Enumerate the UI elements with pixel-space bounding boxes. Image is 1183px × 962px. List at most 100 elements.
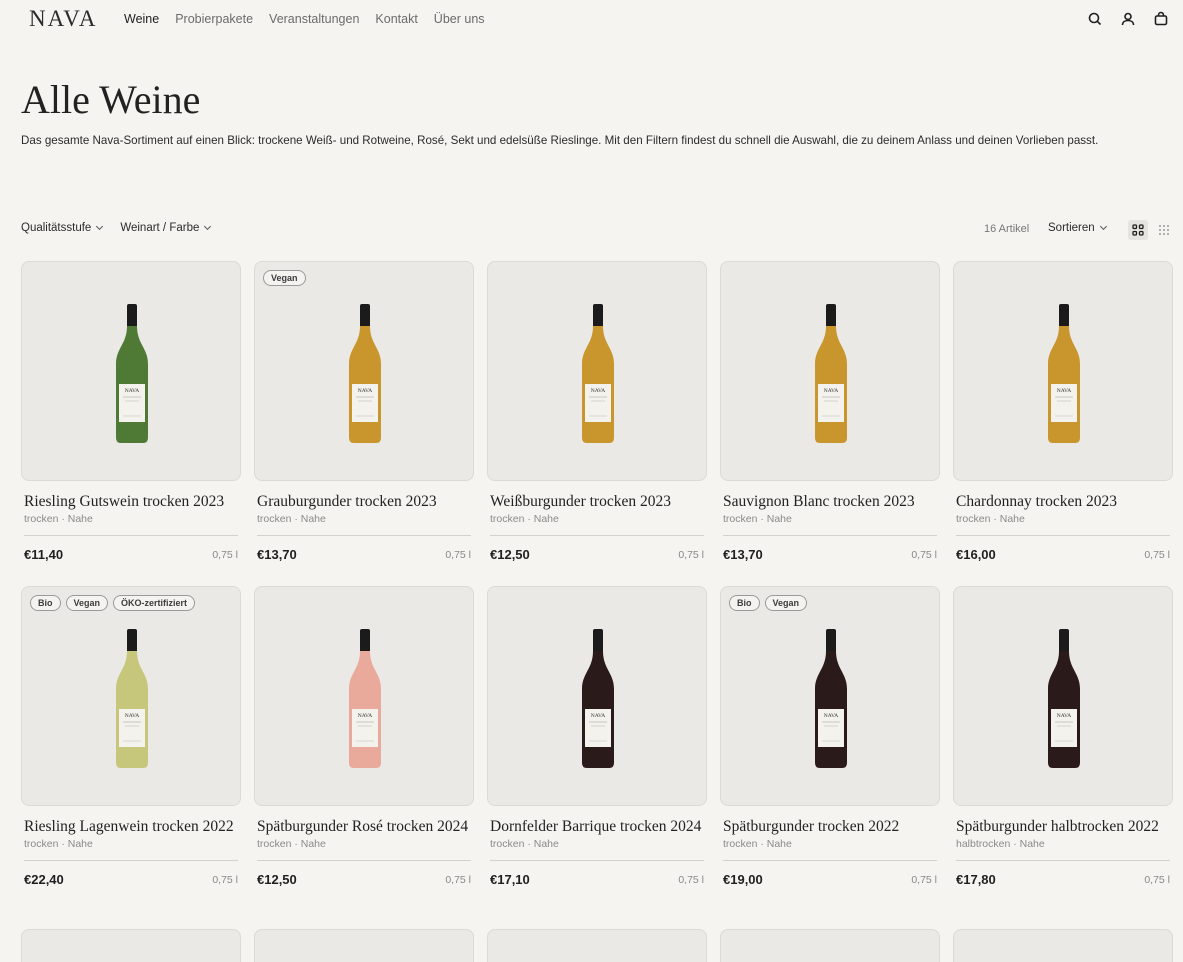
product-image[interactable]: Bio Vegan NAVA — [720, 586, 940, 806]
product-image[interactable]: NAVA — [720, 261, 940, 481]
product-price: €11,40 — [24, 547, 64, 562]
product-badge: Bio — [30, 595, 61, 611]
product-name[interactable]: Spätburgunder trocken 2022 — [720, 818, 940, 836]
cart-icon[interactable] — [1153, 11, 1169, 27]
page-title: Alle Weine — [21, 77, 201, 122]
nav-item-probierpakete[interactable]: Probierpakete — [175, 12, 253, 26]
divider — [490, 535, 704, 536]
header-actions — [1087, 11, 1169, 27]
product-image[interactable]: NAVA — [953, 586, 1173, 806]
filter-weinart[interactable]: Weinart / Farbe — [120, 222, 212, 234]
chevron-down-icon — [204, 222, 212, 231]
product-image[interactable]: NAVA — [487, 586, 707, 806]
nav-item-ueber-uns[interactable]: Über uns — [434, 12, 485, 26]
divider — [723, 535, 937, 536]
product-card[interactable]: NAVA Dornfelder Barrique trocken 2024 tr… — [487, 586, 707, 895]
product-name[interactable]: Riesling Gutswein trocken 2023 — [21, 493, 241, 511]
product-card-partial[interactable] — [21, 929, 241, 962]
filter-bar: Qualitätsstufe Weinart / Farbe — [21, 222, 212, 234]
wine-bottle-image: NAVA — [1048, 629, 1080, 768]
product-card[interactable]: Vegan NAVA Grauburgunder trocken 2023 tr… — [254, 261, 474, 570]
wine-bottle-image: NAVA — [116, 304, 148, 443]
product-name[interactable]: Dornfelder Barrique trocken 2024 — [487, 818, 707, 836]
wine-bottle-image: NAVA — [582, 629, 614, 768]
product-price: €12,50 — [490, 547, 530, 562]
nav-item-weine[interactable]: Weine — [124, 12, 159, 26]
product-volume: 0,75 l — [911, 549, 937, 561]
page-description: Das gesamte Nava-Sortiment auf einen Bli… — [21, 134, 1099, 147]
product-image[interactable]: NAVA — [254, 586, 474, 806]
divider — [956, 860, 1170, 861]
product-subtitle: trocken · Nahe — [490, 513, 559, 525]
sort-label: Sortieren — [1048, 222, 1095, 234]
product-card[interactable]: NAVA Weißburgunder trocken 2023 trocken … — [487, 261, 707, 570]
product-volume: 0,75 l — [445, 549, 471, 561]
product-image[interactable]: Bio Vegan ÖKO-zertifiziert NAVA — [21, 586, 241, 806]
product-price: €17,80 — [956, 872, 996, 887]
wine-bottle-image: NAVA — [815, 629, 847, 768]
price-row: €17,80 0,75 l — [953, 869, 1173, 895]
nav-item-kontakt[interactable]: Kontakt — [375, 12, 417, 26]
product-card[interactable]: NAVA Chardonnay trocken 2023 trocken · N… — [953, 261, 1173, 570]
product-volume: 0,75 l — [1144, 874, 1170, 886]
price-row: €19,00 0,75 l — [720, 869, 940, 895]
product-name[interactable]: Spätburgunder halbtrocken 2022 — [953, 818, 1173, 836]
item-count: 16 Artikel — [984, 223, 1030, 235]
badge-group: Bio Vegan — [729, 595, 808, 611]
product-subtitle: trocken · Nahe — [956, 513, 1025, 525]
divider — [956, 535, 1170, 536]
product-subtitle: trocken · Nahe — [723, 838, 792, 850]
divider — [490, 860, 704, 861]
product-name[interactable]: Weißburgunder trocken 2023 — [487, 493, 707, 511]
account-icon[interactable] — [1120, 11, 1136, 27]
product-price: €12,50 — [257, 872, 297, 887]
compact-view-toggle[interactable] — [1154, 220, 1174, 240]
product-price: €22,40 — [24, 872, 64, 887]
product-subtitle: halbtrocken · Nahe — [956, 838, 1045, 850]
product-name[interactable]: Grauburgunder trocken 2023 — [254, 493, 474, 511]
product-volume: 0,75 l — [678, 874, 704, 886]
product-image[interactable]: Vegan NAVA — [254, 261, 474, 481]
grid-view-toggle[interactable] — [1128, 220, 1148, 240]
product-card-partial[interactable] — [487, 929, 707, 962]
price-row: €17,10 0,75 l — [487, 869, 707, 895]
product-name[interactable]: Chardonnay trocken 2023 — [953, 493, 1173, 511]
product-subtitle: trocken · Nahe — [257, 838, 326, 850]
bottle-label-text: NAVA — [1057, 388, 1071, 394]
bottle-label-text: NAVA — [358, 388, 372, 394]
grid-small-icon — [1159, 225, 1169, 235]
product-price: €13,70 — [257, 547, 297, 562]
product-card[interactable]: NAVA Riesling Gutswein trocken 2023 troc… — [21, 261, 241, 570]
product-card[interactable]: NAVA Spätburgunder halbtrocken 2022 halb… — [953, 586, 1173, 895]
product-card-partial[interactable] — [953, 929, 1173, 962]
wine-bottle-image: NAVA — [582, 304, 614, 443]
product-card[interactable]: NAVA Spätburgunder Rosé trocken 2024 tro… — [254, 586, 474, 895]
product-card-partial[interactable] — [254, 929, 474, 962]
product-card[interactable]: Bio Vegan ÖKO-zertifiziert NAVA Riesling L… — [21, 586, 241, 895]
bottle-label-text: NAVA — [1057, 713, 1071, 719]
chevron-down-icon — [96, 222, 104, 231]
divider — [24, 860, 238, 861]
wine-bottle-image: NAVA — [116, 629, 148, 768]
nav-item-veranstaltungen[interactable]: Veranstaltungen — [269, 12, 359, 26]
brand-logo[interactable]: NAVA — [29, 6, 98, 32]
product-card[interactable]: NAVA Sauvignon Blanc trocken 2023 trocke… — [720, 261, 940, 570]
product-name[interactable]: Sauvignon Blanc trocken 2023 — [720, 493, 940, 511]
product-card[interactable]: Bio Vegan NAVA Spätburgunder trocken 2022… — [720, 586, 940, 895]
filter-qualitaetsstufe[interactable]: Qualitätsstufe — [21, 222, 104, 234]
product-subtitle: trocken · Nahe — [24, 838, 93, 850]
bottle-label-text: NAVA — [824, 388, 838, 394]
search-icon[interactable] — [1087, 11, 1103, 27]
product-image[interactable]: NAVA — [953, 261, 1173, 481]
site-header: NAVA Weine Probierpakete Veranstaltungen… — [0, 0, 1183, 38]
product-name[interactable]: Spätburgunder Rosé trocken 2024 — [254, 818, 474, 836]
sort-dropdown[interactable]: Sortieren — [1048, 222, 1107, 234]
product-card-partial[interactable] — [720, 929, 940, 962]
price-row: €12,50 0,75 l — [487, 544, 707, 570]
badge-group: Vegan — [263, 270, 306, 286]
product-image[interactable]: NAVA — [21, 261, 241, 481]
chevron-down-icon — [1099, 222, 1107, 231]
product-name[interactable]: Riesling Lagenwein trocken 2022 — [21, 818, 241, 836]
product-volume: 0,75 l — [212, 549, 238, 561]
product-image[interactable]: NAVA — [487, 261, 707, 481]
